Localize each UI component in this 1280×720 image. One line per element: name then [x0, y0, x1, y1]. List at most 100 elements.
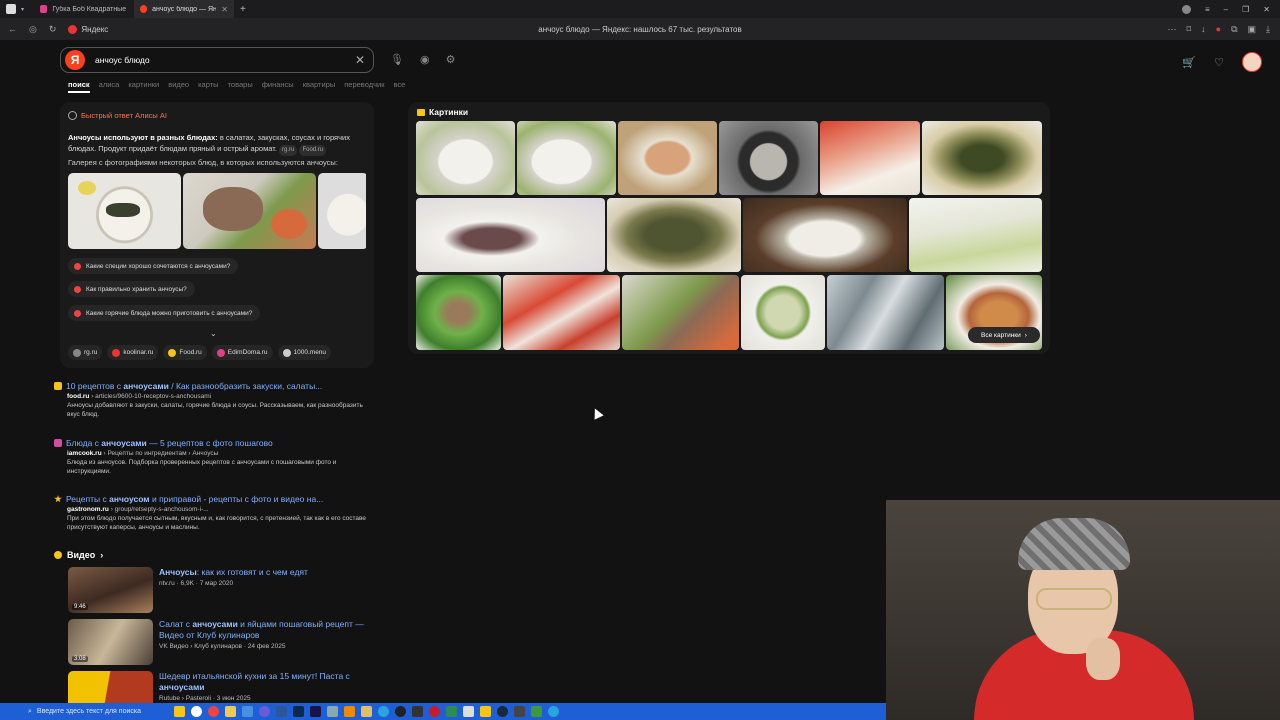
image-result[interactable] — [743, 198, 907, 272]
source-button[interactable]: rg.ru — [68, 345, 103, 360]
collections-icon[interactable]: ▣ — [1248, 24, 1257, 35]
avatar[interactable] — [1242, 52, 1262, 72]
result-url[interactable]: iamcook.ru › Рецепты по ингредиентам › А… — [67, 450, 374, 457]
alice-icon[interactable]: ● — [1216, 24, 1221, 35]
tab-video[interactable]: видео — [168, 80, 189, 93]
downloads-panel-icon[interactable]: ⤓ — [1266, 24, 1270, 35]
result-title[interactable]: Блюда с анчоусами — 5 рецептов с фото по… — [54, 438, 374, 448]
expand-chevron-icon[interactable]: ⌄ — [210, 329, 217, 338]
bookmark-icon[interactable]: ⌑ — [1187, 24, 1192, 35]
cart-icon[interactable]: 🛒 — [1182, 56, 1196, 69]
image-result[interactable] — [827, 275, 944, 350]
image-result[interactable] — [618, 121, 717, 195]
settings-sliders-icon[interactable]: ⚙ — [446, 53, 456, 66]
image-result[interactable] — [820, 121, 920, 195]
image-result[interactable] — [503, 275, 620, 350]
video-title[interactable]: Анчоусы: как их готовят и с чем едят — [159, 567, 369, 578]
tab-search[interactable]: поиск — [68, 80, 90, 93]
dish-photo[interactable] — [68, 173, 181, 249]
dish-photo[interactable] — [183, 173, 316, 249]
image-result[interactable] — [416, 198, 605, 272]
taskbar-search[interactable]: ⌕ Введите здесь текст для поиска — [0, 708, 156, 716]
camera-search-icon[interactable]: ◉ — [420, 53, 430, 66]
notes-icon[interactable] — [242, 706, 253, 717]
reload-icon[interactable]: ↻ — [49, 24, 57, 35]
new-tab-button[interactable]: + — [234, 0, 252, 18]
video-title[interactable]: Шедевр итальянской кухни за 15 минут! Па… — [159, 671, 368, 693]
tabs-menu-icon[interactable]: ≡ — [1205, 5, 1210, 14]
file-explorer-icon[interactable] — [225, 706, 236, 717]
video-thumbnail[interactable]: 3:08 — [68, 619, 153, 665]
folder-icon[interactable] — [361, 706, 372, 717]
video-item[interactable]: 3:08 Салат с анчоусами и яйцами пошаговы… — [68, 619, 368, 667]
video-section-heading[interactable]: Видео › — [54, 550, 103, 560]
app-icon[interactable] — [514, 706, 525, 717]
settings-icon[interactable] — [327, 706, 338, 717]
vlc-icon[interactable] — [344, 706, 355, 717]
image-result[interactable] — [517, 121, 616, 195]
image-result[interactable] — [416, 121, 515, 195]
restore-icon[interactable]: ❐ — [1242, 5, 1249, 14]
image-result[interactable] — [622, 275, 739, 350]
search-input[interactable] — [93, 54, 347, 66]
image-result[interactable] — [719, 121, 818, 195]
tab-translate[interactable]: переводчик — [344, 80, 384, 93]
tab-realty[interactable]: квартиры — [303, 80, 336, 93]
video-thumbnail[interactable]: 9:46 — [68, 567, 153, 613]
image-result[interactable] — [922, 121, 1042, 195]
source-button[interactable]: EdimDoma.ru — [211, 345, 273, 360]
source-chip[interactable]: rg.ru — [279, 145, 298, 156]
suggested-question[interactable]: Как правильно хранить анчоусы? — [68, 281, 195, 297]
app-icon[interactable] — [531, 706, 542, 717]
extensions-icon[interactable]: ⧉ — [1231, 24, 1237, 35]
minimize-icon[interactable]: – — [1224, 5, 1228, 14]
result-url[interactable]: food.ru › articles/9600-10-receptov-s-an… — [67, 393, 374, 400]
profile-icon[interactable] — [1182, 4, 1191, 14]
tab-all[interactable]: все — [393, 80, 405, 93]
app-icon[interactable] — [412, 706, 423, 717]
close-icon[interactable]: ✕ — [221, 5, 228, 14]
telegram-icon[interactable] — [378, 706, 389, 717]
photoshop-icon[interactable] — [293, 706, 304, 717]
steam-icon[interactable] — [497, 706, 508, 717]
word-icon[interactable] — [276, 706, 287, 717]
vpn-icon[interactable] — [259, 706, 270, 717]
app-icon[interactable] — [446, 706, 457, 717]
telegram-icon[interactable] — [548, 706, 559, 717]
dish-photo[interactable] — [318, 173, 366, 249]
video-thumbnail[interactable] — [68, 671, 153, 703]
video-item[interactable]: Шедевр итальянской кухни за 15 минут! Па… — [68, 671, 368, 703]
tab-yandex[interactable]: анчоус блюдо — Яндекс ✕ — [134, 0, 234, 18]
source-button[interactable]: koolinar.ru — [107, 345, 159, 360]
result-title[interactable]: 10 рецептов с анчоусами / Как разнообраз… — [54, 381, 374, 391]
heart-icon[interactable]: ♡ — [1214, 56, 1224, 69]
copilot-icon[interactable] — [174, 706, 185, 717]
more-icon[interactable]: ⋯ — [1168, 24, 1177, 35]
app-icon[interactable] — [480, 706, 491, 717]
opera-icon[interactable] — [429, 706, 440, 717]
clear-search-icon[interactable]: ✕ — [355, 53, 365, 67]
back-icon[interactable]: ← — [8, 24, 17, 35]
protect-icon[interactable]: ◎ — [29, 24, 37, 35]
suggested-question[interactable]: Какие горячие блюда можно приготовить с … — [68, 305, 261, 321]
tab-spongebob[interactable]: Губка Боб Квадратные Ш — [34, 0, 134, 18]
microphone-icon[interactable]: 🎙 — [390, 53, 404, 66]
close-window-icon[interactable]: ✕ — [1263, 5, 1270, 14]
image-result[interactable] — [607, 198, 741, 272]
search-box[interactable]: Я ✕ — [60, 47, 374, 73]
result-url[interactable]: gastronom.ru › group/retsepty-s-anchouso… — [67, 506, 374, 513]
app-icon[interactable] — [463, 706, 474, 717]
image-result[interactable] — [909, 198, 1042, 272]
tab-images[interactable]: картинки — [128, 80, 159, 93]
download-icon[interactable]: ↓ — [1201, 24, 1206, 35]
image-result[interactable] — [741, 275, 825, 350]
suggested-question[interactable]: Какие специи хорошо сочетаются с анчоуса… — [68, 258, 239, 274]
browser-menu-button[interactable]: ▾ — [0, 0, 34, 18]
yandex-browser-icon[interactable] — [191, 706, 202, 717]
source-button[interactable]: Food.ru — [163, 345, 207, 360]
image-result[interactable] — [416, 275, 501, 350]
result-title[interactable]: Рецепты с анчоусом и приправой - рецепты… — [54, 494, 374, 504]
tab-goods[interactable]: товары — [228, 80, 253, 93]
tab-alice[interactable]: алиса — [99, 80, 120, 93]
source-chip[interactable]: Food.ru — [299, 145, 327, 156]
